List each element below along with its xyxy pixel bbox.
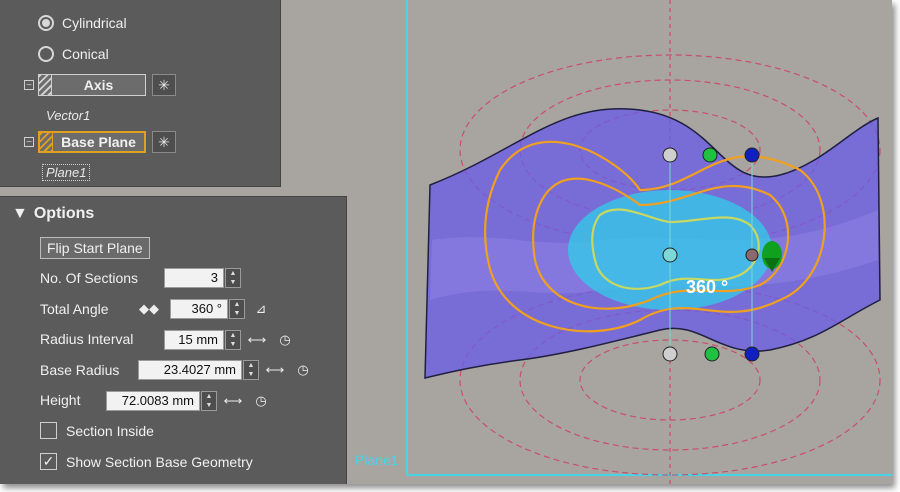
- show-base-geometry-label: Show Section Base Geometry: [66, 454, 253, 470]
- base-radius-label: Base Radius: [40, 362, 120, 378]
- base-plane-selector-label: Base Plane: [61, 134, 136, 150]
- measure-distance-icon[interactable]: ⟷: [264, 360, 286, 380]
- height-label: Height: [40, 392, 81, 408]
- angle-readout: 360 °: [686, 277, 729, 297]
- sections-spinner[interactable]: ▲ ▼: [225, 268, 241, 288]
- axis-pick-icon[interactable]: ✳: [152, 74, 176, 96]
- radio-cylindrical[interactable]: Cylindrical: [38, 15, 127, 31]
- reset-clock-icon[interactable]: ◷: [292, 360, 314, 380]
- total-angle-input[interactable]: 360 °: [170, 299, 228, 319]
- radius-interval-input[interactable]: 15 mm: [164, 330, 224, 350]
- total-angle-label: Total Angle: [40, 301, 109, 317]
- reset-clock-icon[interactable]: ◷: [274, 330, 296, 350]
- radio-conical[interactable]: Conical: [38, 46, 109, 62]
- options-panel: ▼ Options Flip Start Plane No. Of Sectio…: [0, 196, 347, 484]
- radius-interval-spinner[interactable]: ▲ ▼: [225, 330, 241, 350]
- axis-selector[interactable]: Axis: [38, 74, 146, 96]
- radius-interval-label: Radius Interval: [40, 331, 134, 347]
- base-plane-pick-icon[interactable]: ✳: [152, 131, 176, 153]
- options-title: Options: [33, 205, 95, 222]
- base-radius-input[interactable]: 23.4027 mm: [138, 360, 242, 380]
- angle-measure-icon[interactable]: ⊿: [250, 299, 272, 319]
- base-radius-spinner[interactable]: ▲ ▼: [243, 360, 259, 380]
- symmetric-angle-icon[interactable]: ◆◆: [138, 299, 160, 319]
- sweep-type-panel: Cylindrical Conical − Axis ✳ Vector1 − B…: [0, 0, 281, 187]
- collapse-triangle-icon: ▼: [12, 205, 28, 222]
- reset-clock-icon[interactable]: ◷: [250, 391, 272, 411]
- height-spinner[interactable]: ▲ ▼: [201, 391, 217, 411]
- hatch-icon: [40, 133, 53, 151]
- axis-value: Vector1: [46, 108, 91, 123]
- measure-distance-icon[interactable]: ⟷: [222, 391, 244, 411]
- axis-selector-label: Axis: [83, 77, 114, 93]
- base-plane-selector[interactable]: Base Plane: [38, 131, 146, 153]
- measure-distance-icon[interactable]: ⟷: [246, 330, 268, 350]
- radio-conical-indicator[interactable]: [38, 46, 54, 62]
- hatch-icon: [39, 75, 52, 95]
- plane-label: Plane1: [355, 452, 399, 468]
- options-header[interactable]: ▼ Options: [12, 205, 94, 223]
- base-plane-value[interactable]: Plane1: [42, 164, 91, 181]
- height-input[interactable]: 72.0083 mm: [106, 391, 200, 411]
- radio-conical-label: Conical: [62, 46, 109, 62]
- collapse-base-plane-icon[interactable]: −: [24, 137, 34, 148]
- sections-label: No. Of Sections: [40, 270, 139, 286]
- show-base-geometry-checkbox[interactable]: ✓: [40, 453, 57, 470]
- total-angle-spinner[interactable]: ▲ ▼: [229, 299, 245, 319]
- radio-cylindrical-indicator[interactable]: [38, 15, 54, 31]
- flip-start-plane-button[interactable]: Flip Start Plane: [40, 237, 150, 259]
- section-inside-label: Section Inside: [66, 423, 154, 439]
- section-inside-checkbox[interactable]: [40, 422, 57, 439]
- collapse-axis-icon[interactable]: −: [24, 80, 34, 91]
- application-window: 360 ° Plane1 Cylindrical Conical − Axis …: [0, 0, 892, 484]
- sections-input[interactable]: 3: [164, 268, 224, 288]
- radio-cylindrical-label: Cylindrical: [62, 15, 127, 31]
